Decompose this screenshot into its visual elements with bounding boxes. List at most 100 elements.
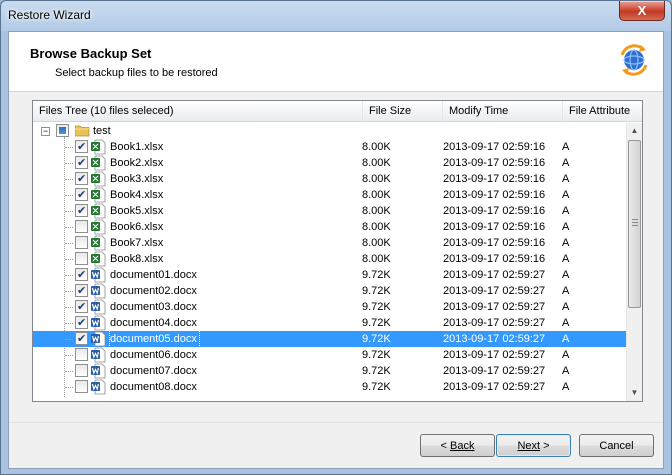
folder-name: test [93, 125, 111, 137]
file-row[interactable]: Book3.xlsx 8.00K 2013-09-17 02:59:16 A [33, 171, 627, 187]
file-size: 9.72K [362, 269, 391, 281]
file-row[interactable]: document04.docx 9.72K 2013-09-17 02:59:27 A [33, 315, 627, 331]
file-row[interactable]: Book7.xlsx 8.00K 2013-09-17 02:59:16 A [33, 235, 627, 251]
tree-branch [65, 211, 73, 212]
file-attribute: A [562, 189, 570, 201]
file-row[interactable]: Book6.xlsx 8.00K 2013-09-17 02:59:16 A [33, 219, 627, 235]
tree-branch [65, 147, 73, 148]
file-modified-time: 2013-09-17 02:59:16 [443, 173, 546, 185]
file-attribute: A [562, 365, 570, 377]
file-checkbox[interactable] [75, 299, 88, 315]
title-bar[interactable]: Restore Wizard X [1, 1, 671, 31]
close-button[interactable]: X [619, 1, 665, 21]
column-files-tree[interactable]: Files Tree (10 files seleced) [33, 101, 363, 122]
file-attribute: A [562, 205, 570, 217]
file-name: Book7.xlsx [110, 237, 164, 249]
file-size: 9.72K [362, 333, 391, 345]
scroll-thumb[interactable] [628, 140, 641, 308]
file-checkbox[interactable] [75, 171, 88, 187]
file-checkbox[interactable] [75, 380, 88, 393]
file-checkbox[interactable] [75, 315, 88, 331]
grip-icon [632, 219, 638, 226]
file-size: 9.72K [362, 349, 391, 361]
file-checkbox[interactable] [75, 267, 88, 283]
file-row[interactable]: Book5.xlsx 8.00K 2013-09-17 02:59:16 A [33, 203, 627, 219]
file-size: 9.72K [362, 317, 391, 329]
file-modified-time: 2013-09-17 02:59:27 [443, 365, 546, 377]
file-name: Book6.xlsx [110, 221, 164, 233]
back-label: Back [449, 439, 475, 452]
file-row[interactable]: document08.docx 9.72K 2013-09-17 02:59:27 A [33, 379, 627, 395]
tree-branch [65, 291, 73, 292]
tree-branch [65, 195, 73, 196]
file-name: document03.docx [110, 301, 197, 313]
file-row[interactable]: document05.docx 9.72K 2013-09-17 02:59:27 A [33, 330, 627, 348]
scroll-down-icon[interactable]: ▼ [627, 385, 642, 401]
file-attribute: A [562, 157, 570, 169]
collapse-toggle[interactable]: − [41, 127, 50, 136]
file-size: 8.00K [362, 173, 391, 185]
file-name: document04.docx [110, 317, 197, 329]
file-attribute: A [562, 285, 570, 297]
file-size: 8.00K [362, 157, 391, 169]
file-name: document07.docx [110, 365, 197, 377]
excel-file-icon [91, 171, 106, 187]
tree-branch [65, 387, 73, 388]
column-file-size[interactable]: File Size [363, 101, 443, 122]
file-tree-list[interactable]: Files Tree (10 files seleced) File Size … [32, 100, 643, 402]
back-button[interactable]: < Back [420, 434, 495, 457]
file-attribute: A [562, 333, 570, 345]
file-row[interactable]: Book8.xlsx 8.00K 2013-09-17 02:59:16 A [33, 251, 627, 267]
tree-branch [65, 163, 73, 164]
scroll-up-icon[interactable]: ▲ [627, 123, 642, 139]
file-size: 9.72K [362, 381, 391, 393]
cancel-button[interactable]: Cancel [579, 434, 654, 457]
next-arrow-icon: > [543, 439, 550, 452]
tree-branch [65, 339, 73, 340]
file-row[interactable]: Book4.xlsx 8.00K 2013-09-17 02:59:16 A [33, 187, 627, 203]
file-attribute: A [562, 349, 570, 361]
footer-divider [9, 422, 663, 423]
tree-branch [65, 179, 73, 180]
file-checkbox[interactable] [75, 283, 88, 299]
file-row[interactable]: document06.docx 9.72K 2013-09-17 02:59:27 A [33, 347, 627, 363]
file-size: 8.00K [362, 253, 391, 265]
tree-branch [65, 243, 73, 244]
file-modified-time: 2013-09-17 02:59:27 [443, 349, 546, 361]
file-checkbox[interactable] [75, 220, 88, 233]
tree-root-row[interactable]: − test [33, 123, 627, 139]
file-checkbox[interactable] [75, 187, 88, 203]
file-row[interactable]: document03.docx 9.72K 2013-09-17 02:59:27 A [33, 299, 627, 315]
file-row[interactable]: Book1.xlsx 8.00K 2013-09-17 02:59:16 A [33, 139, 627, 155]
file-checkbox[interactable] [75, 236, 88, 249]
file-checkbox[interactable] [75, 252, 88, 265]
file-name: Book4.xlsx [110, 189, 164, 201]
file-modified-time: 2013-09-17 02:59:27 [443, 381, 546, 393]
word-file-icon [91, 379, 106, 395]
file-attribute: A [562, 269, 570, 281]
column-modify-time[interactable]: Modify Time [443, 101, 563, 122]
excel-file-icon [91, 203, 106, 219]
file-row[interactable]: document01.docx 9.72K 2013-09-17 02:59:27 A [33, 267, 627, 283]
file-checkbox[interactable] [75, 203, 88, 219]
file-attribute: A [562, 317, 570, 329]
file-modified-time: 2013-09-17 02:59:27 [443, 301, 546, 313]
file-row[interactable]: document02.docx 9.72K 2013-09-17 02:59:27 A [33, 283, 627, 299]
root-checkbox[interactable] [56, 124, 69, 137]
file-row[interactable]: Book2.xlsx 8.00K 2013-09-17 02:59:16 A [33, 155, 627, 171]
tree-branch [65, 323, 73, 324]
next-button[interactable]: Next > [496, 434, 571, 457]
file-checkbox[interactable] [75, 348, 88, 361]
file-checkbox[interactable] [75, 139, 88, 155]
file-row[interactable]: document07.docx 9.72K 2013-09-17 02:59:27 A [33, 363, 627, 379]
file-name: Book1.xlsx [110, 141, 164, 153]
vertical-scrollbar[interactable]: ▲ ▼ [626, 123, 642, 401]
excel-file-icon [91, 155, 106, 171]
file-checkbox[interactable] [75, 364, 88, 377]
file-checkbox[interactable] [75, 331, 88, 347]
file-checkbox[interactable] [75, 155, 88, 171]
column-file-attribute[interactable]: File Attribute [563, 101, 642, 122]
file-modified-time: 2013-09-17 02:59:16 [443, 237, 546, 249]
word-file-icon [91, 347, 106, 363]
next-label: Next [517, 439, 541, 452]
